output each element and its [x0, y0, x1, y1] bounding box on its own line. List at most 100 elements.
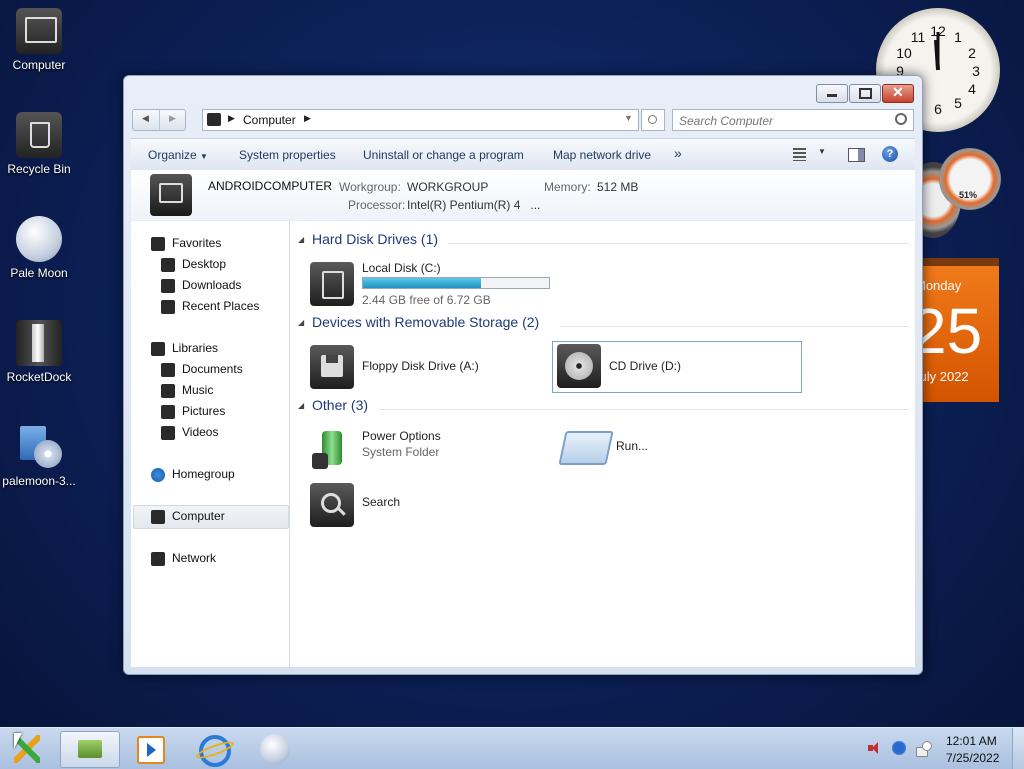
tray-volume-icon[interactable]: [868, 742, 880, 754]
svg-text:10: 10: [896, 45, 912, 61]
address-bar[interactable]: ▶ Computer ▶ ▼: [202, 109, 639, 131]
nav-music[interactable]: Music: [161, 380, 213, 400]
computer-name: ANDROIDCOMPUTER: [208, 179, 333, 193]
clock-time[interactable]: 12:01 AM: [946, 734, 997, 748]
explorer-icon: [78, 740, 102, 758]
nav-label: Network: [172, 551, 217, 565]
floppy-disk-drive-entry[interactable]: Floppy Disk Drive (A:): [298, 341, 538, 391]
collapse-arrow-icon[interactable]: ◢: [298, 235, 304, 244]
nav-documents[interactable]: Documents: [161, 359, 243, 379]
nav-videos[interactable]: Videos: [161, 422, 218, 442]
clock-date[interactable]: 7/25/2022: [946, 751, 999, 765]
tray-network-icon[interactable]: [892, 741, 906, 755]
svg-text:2: 2: [968, 45, 976, 61]
system-properties-button[interactable]: System properties: [239, 148, 336, 162]
desktop-icon-pale-moon[interactable]: Pale Moon: [1, 216, 77, 280]
nav-homegroup[interactable]: Homegroup: [151, 464, 235, 484]
forward-button[interactable]: ▶: [160, 110, 185, 130]
refresh-icon: [648, 115, 657, 124]
homegroup-icon: [151, 467, 165, 482]
more-commands-button[interactable]: »: [674, 145, 682, 161]
nav-network[interactable]: Network: [151, 548, 216, 568]
back-button[interactable]: ◀: [133, 110, 160, 130]
memory-label: Memory:: [544, 180, 591, 194]
calendar-gadget[interactable]: Monday 25 July 2022: [911, 258, 999, 402]
details-pane: ANDROIDCOMPUTER Workgroup: WORKGROUP Mem…: [131, 170, 915, 220]
uninstall-program-button[interactable]: Uninstall or change a program: [363, 148, 524, 162]
run-item[interactable]: Run...: [552, 423, 752, 473]
group-header-hard-disk-drives[interactable]: Hard Disk Drives (1): [312, 231, 438, 247]
group-divider: [380, 409, 908, 410]
nav-label: Documents: [182, 362, 243, 376]
desktop-icon-label: palemoon-3...: [2, 474, 76, 488]
change-view-button[interactable]: ▼: [793, 147, 831, 163]
nav-computer[interactable]: Computer: [151, 506, 225, 526]
search-input[interactable]: [677, 112, 886, 129]
nav-desktop[interactable]: Desktop: [161, 254, 226, 274]
music-icon: [161, 383, 175, 398]
collapse-arrow-icon[interactable]: ◢: [298, 401, 304, 410]
close-icon: ✕: [892, 84, 904, 100]
drive-cd-d[interactable]: CD Drive (D:): [552, 341, 802, 393]
battery-icon: [312, 425, 352, 471]
organize-label: Organize: [148, 148, 197, 162]
breadcrumb-separator-icon[interactable]: ▶: [228, 113, 235, 124]
libraries-icon: [151, 341, 165, 356]
drive-free-space: 2.44 GB free of 6.72 GB: [362, 293, 491, 307]
desktop-icon-recycle-bin[interactable]: Recycle Bin: [1, 112, 77, 176]
help-button[interactable]: ?: [882, 146, 898, 162]
taskbar-internet-explorer-button[interactable]: [194, 732, 236, 767]
drive-usage-fill: [363, 278, 482, 288]
nav-label: Pictures: [182, 404, 226, 418]
view-options-icon: [793, 148, 806, 161]
nav-label: Homegroup: [172, 467, 235, 481]
address-dropdown-icon[interactable]: ▼: [624, 113, 633, 123]
power-options-sublabel: System Folder: [362, 445, 440, 459]
taskbar-media-player-button[interactable]: [135, 734, 165, 764]
preview-pane-button[interactable]: [848, 148, 865, 162]
nav-buttons: ◀ ▶: [132, 109, 186, 131]
drive-local-disk-c[interactable]: Local Disk (C:) 2.44 GB free of 6.72 GB: [298, 258, 558, 308]
drive-label: Local Disk (C:): [362, 261, 441, 275]
svg-text:3: 3: [972, 63, 980, 79]
breadcrumb-separator-icon[interactable]: ▶: [304, 113, 311, 124]
search-box[interactable]: [672, 109, 914, 131]
explorer-window[interactable]: ✕ ◀ ▶ ▶ Computer ▶ ▼ Organize ▼ System p…: [123, 75, 923, 675]
close-button[interactable]: ✕: [882, 84, 914, 103]
nav-libraries[interactable]: Libraries: [151, 338, 218, 358]
nav-favorites[interactable]: Favorites: [151, 233, 221, 253]
desktop-icon-label: Recycle Bin: [7, 162, 71, 176]
minimize-button[interactable]: [816, 84, 848, 103]
desktop-icon-rocketdock[interactable]: RocketDock: [1, 320, 77, 384]
maximize-button[interactable]: [849, 84, 881, 103]
taskbar-explorer-button[interactable]: [60, 731, 120, 768]
map-network-drive-button[interactable]: Map network drive: [553, 148, 651, 162]
nav-downloads[interactable]: Downloads: [161, 275, 241, 295]
search-item[interactable]: Search: [298, 479, 498, 529]
collapse-arrow-icon[interactable]: ◢: [298, 318, 304, 327]
show-desktop-button[interactable]: [1012, 728, 1024, 769]
power-options-item[interactable]: Power Options System Folder: [298, 423, 538, 473]
processor-label: Processor:: [348, 198, 406, 212]
downloads-icon: [161, 278, 175, 293]
drive-label: CD Drive (D:): [609, 359, 681, 373]
organize-button[interactable]: Organize ▼: [148, 148, 208, 162]
recent-places-icon: [161, 299, 175, 314]
media-player-icon: [137, 736, 165, 764]
group-header-removable-storage[interactable]: Devices with Removable Storage (2): [312, 314, 539, 330]
breadcrumb-computer[interactable]: Computer: [243, 113, 296, 127]
nav-pictures[interactable]: Pictures: [161, 401, 225, 421]
desktop-icon-palemoon-installer[interactable]: palemoon-3...: [1, 424, 77, 488]
group-header-other[interactable]: Other (3): [312, 397, 368, 413]
run-icon: [558, 431, 614, 465]
desktop-icon-computer[interactable]: Computer: [1, 8, 77, 72]
maximize-icon: [859, 88, 872, 99]
help-icon: ?: [886, 148, 894, 160]
refresh-button[interactable]: [641, 109, 665, 131]
nav-recent-places[interactable]: Recent Places: [161, 296, 259, 316]
search-icon[interactable]: [895, 113, 907, 125]
forward-arrow-icon: ▶: [169, 113, 176, 123]
desktop-icon: [161, 257, 175, 272]
taskbar-pale-moon-button[interactable]: [258, 732, 292, 766]
tray-action-center-icon[interactable]: [916, 741, 932, 757]
